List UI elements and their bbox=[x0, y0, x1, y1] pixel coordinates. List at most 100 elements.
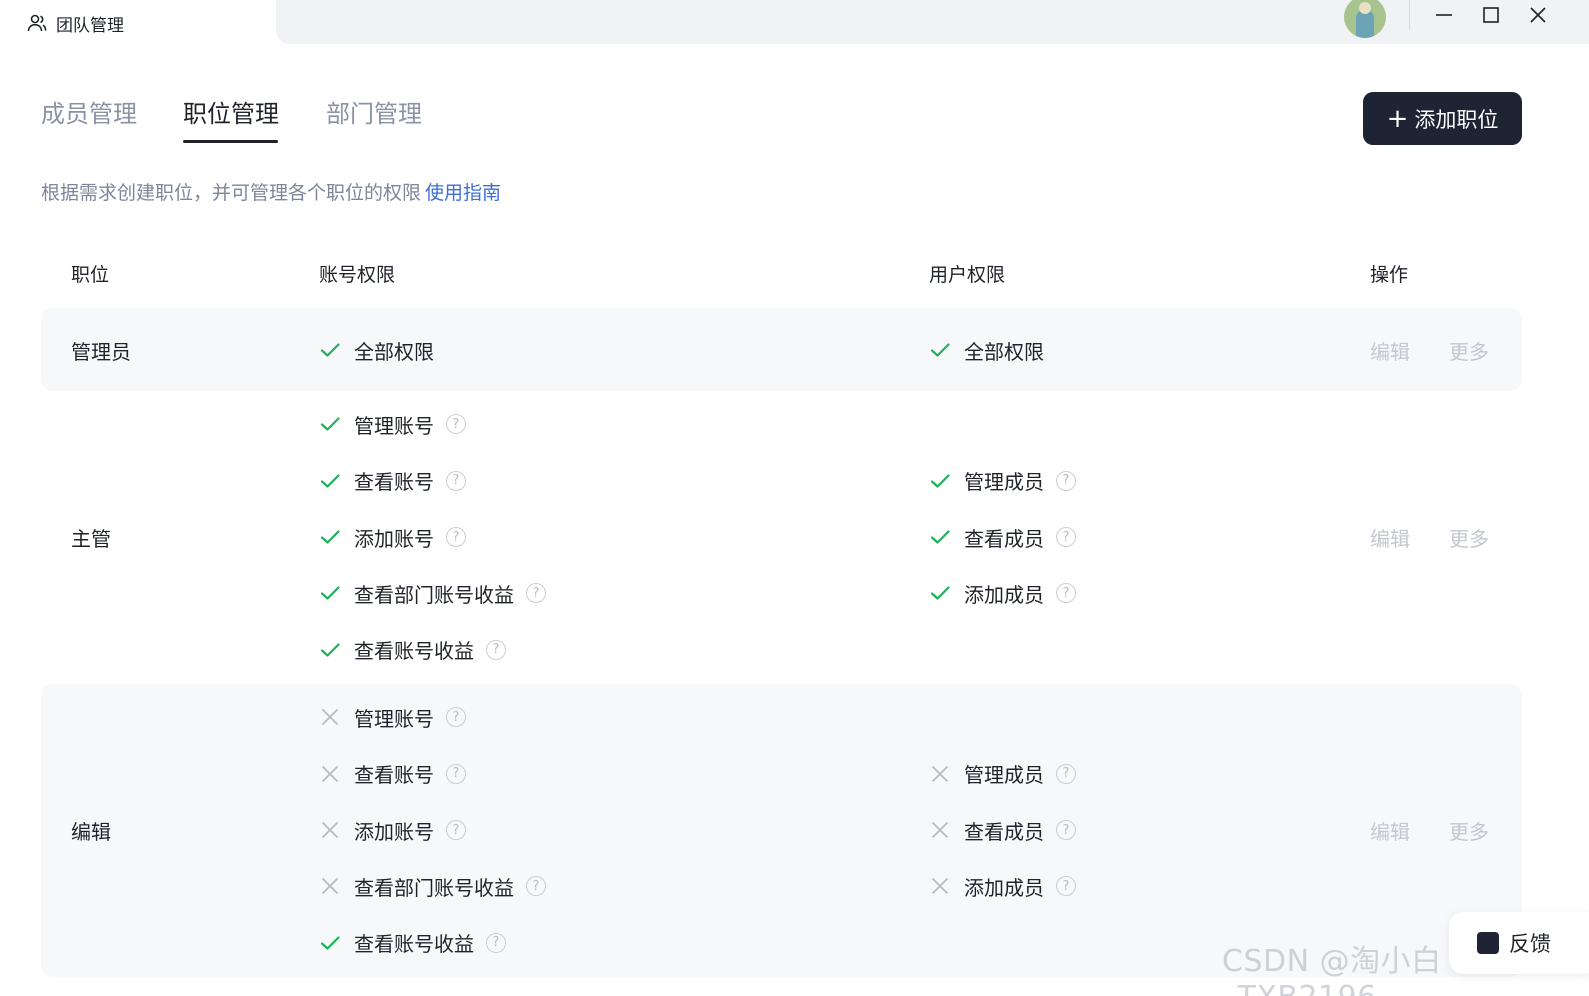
role-name: 主管 bbox=[71, 527, 111, 551]
cross-icon bbox=[319, 763, 341, 785]
help-icon[interactable]: ? bbox=[1056, 763, 1076, 784]
account-permission: 查看账号? bbox=[319, 467, 466, 495]
header-role: 职位 bbox=[71, 264, 110, 286]
help-icon[interactable]: ? bbox=[1056, 470, 1076, 491]
user-permission: 管理成员? bbox=[929, 760, 1076, 788]
account-permission: 查看账号? bbox=[319, 760, 466, 788]
cross-icon bbox=[319, 875, 341, 897]
user-permission: 查看成员? bbox=[929, 816, 1076, 844]
check-icon bbox=[929, 470, 951, 492]
edit-link[interactable]: 编辑 bbox=[1370, 523, 1410, 552]
permission-label: 管理成员 bbox=[964, 763, 1044, 788]
add-position-button[interactable]: + 添加职位 bbox=[1363, 92, 1522, 145]
permission-label: 管理账号 bbox=[354, 706, 434, 731]
permission-label: 管理账号 bbox=[354, 413, 434, 438]
permission-label: 查看部门账号收益 bbox=[354, 875, 514, 900]
help-icon[interactable]: ? bbox=[446, 470, 466, 491]
help-icon[interactable]: ? bbox=[446, 763, 466, 784]
watermark: CSDN @淘小白_TXB2196 bbox=[1222, 944, 1442, 996]
active-tab-indicator bbox=[183, 140, 278, 143]
help-icon[interactable]: ? bbox=[486, 932, 506, 953]
account-permission: 添加账号? bbox=[319, 523, 466, 551]
table-row-bg bbox=[41, 684, 1522, 977]
account-permission: 管理账号? bbox=[319, 410, 466, 438]
tab-strip bbox=[276, 0, 1589, 44]
user-permission: 管理成员? bbox=[929, 467, 1076, 495]
account-permission: 查看部门账号收益? bbox=[319, 579, 546, 607]
account-permission: 添加账号? bbox=[319, 816, 466, 844]
tab-positions[interactable]: 职位管理 bbox=[183, 94, 279, 129]
app-title: 团队管理 bbox=[56, 15, 124, 36]
help-icon[interactable]: ? bbox=[1056, 876, 1076, 897]
check-icon bbox=[319, 639, 341, 661]
permission-label: 查看成员 bbox=[964, 819, 1044, 844]
more-link[interactable]: 更多 bbox=[1449, 336, 1489, 365]
user-permission: 添加成员? bbox=[929, 872, 1076, 900]
title-bar: 团队管理 bbox=[0, 0, 1589, 46]
user-permission: 查看成员? bbox=[929, 523, 1076, 551]
permission-label: 查看部门账号收益 bbox=[354, 582, 514, 607]
permission-label: 添加成员 bbox=[964, 582, 1044, 607]
permission-label: 查看账号 bbox=[354, 470, 434, 495]
permission-label: 查看账号收益 bbox=[354, 639, 474, 664]
permission-label: 管理成员 bbox=[964, 470, 1044, 495]
title-divider bbox=[1409, 0, 1410, 30]
permission-label: 查看成员 bbox=[964, 526, 1044, 551]
minimize-button[interactable] bbox=[1424, 0, 1464, 30]
page-description: 根据需求创建职位，并可管理各个职位的权限 使用指南 bbox=[41, 178, 501, 205]
permission-label: 查看账号收益 bbox=[354, 932, 474, 957]
check-icon bbox=[319, 470, 341, 492]
help-icon[interactable]: ? bbox=[1056, 583, 1076, 604]
check-icon bbox=[319, 582, 341, 604]
more-link[interactable]: 更多 bbox=[1449, 523, 1489, 552]
edit-link[interactable]: 编辑 bbox=[1370, 816, 1410, 845]
role-name: 编辑 bbox=[71, 820, 111, 844]
team-icon bbox=[26, 12, 48, 34]
cross-icon bbox=[319, 819, 341, 841]
edit-link[interactable]: 编辑 bbox=[1370, 336, 1410, 365]
guide-link[interactable]: 使用指南 bbox=[425, 182, 501, 204]
account-permission: 查看部门账号收益? bbox=[319, 872, 546, 900]
help-icon[interactable]: ? bbox=[446, 527, 466, 547]
help-icon[interactable]: ? bbox=[446, 414, 466, 435]
help-icon[interactable]: ? bbox=[526, 583, 546, 604]
permission-label: 查看账号 bbox=[354, 763, 434, 788]
table-row-bg bbox=[41, 308, 1522, 391]
check-icon bbox=[929, 526, 951, 548]
header-account-perms: 账号权限 bbox=[319, 264, 396, 286]
permission-label: 添加成员 bbox=[964, 875, 1044, 900]
cross-icon bbox=[929, 875, 951, 897]
more-link[interactable]: 更多 bbox=[1449, 816, 1489, 845]
tab-departments[interactable]: 部门管理 bbox=[326, 94, 422, 129]
close-icon bbox=[1530, 7, 1546, 23]
check-icon bbox=[319, 413, 341, 435]
help-icon[interactable]: ? bbox=[446, 707, 466, 728]
permission-label: 全部权限 bbox=[964, 339, 1044, 364]
check-icon bbox=[319, 932, 341, 954]
app-tab[interactable]: 团队管理 bbox=[0, 0, 276, 46]
maximize-button[interactable] bbox=[1471, 0, 1511, 30]
minimize-icon bbox=[1436, 14, 1452, 16]
role-name: 管理员 bbox=[71, 340, 131, 364]
cross-icon bbox=[319, 706, 341, 728]
help-icon[interactable]: ? bbox=[446, 820, 466, 840]
permission-label: 添加账号 bbox=[354, 819, 434, 844]
add-position-label: 添加职位 bbox=[1414, 107, 1499, 132]
check-icon bbox=[929, 582, 951, 604]
account-permission: 查看账号收益? bbox=[319, 929, 506, 957]
permission-label: 添加账号 bbox=[354, 526, 434, 551]
help-icon[interactable]: ? bbox=[486, 639, 506, 660]
close-button[interactable] bbox=[1518, 0, 1558, 30]
cross-icon bbox=[929, 819, 951, 841]
help-icon[interactable]: ? bbox=[526, 876, 546, 897]
check-icon bbox=[319, 339, 341, 361]
user-permission: 添加成员? bbox=[929, 579, 1076, 607]
account-permission: 管理账号? bbox=[319, 703, 466, 731]
help-icon[interactable]: ? bbox=[1056, 820, 1076, 840]
help-icon[interactable]: ? bbox=[1056, 527, 1076, 547]
tab-members[interactable]: 成员管理 bbox=[41, 94, 137, 129]
check-icon bbox=[929, 339, 951, 361]
account-permission: 全部权限 bbox=[319, 336, 434, 364]
description-text: 根据需求创建职位，并可管理各个职位的权限 bbox=[41, 182, 422, 204]
check-icon bbox=[319, 526, 341, 548]
